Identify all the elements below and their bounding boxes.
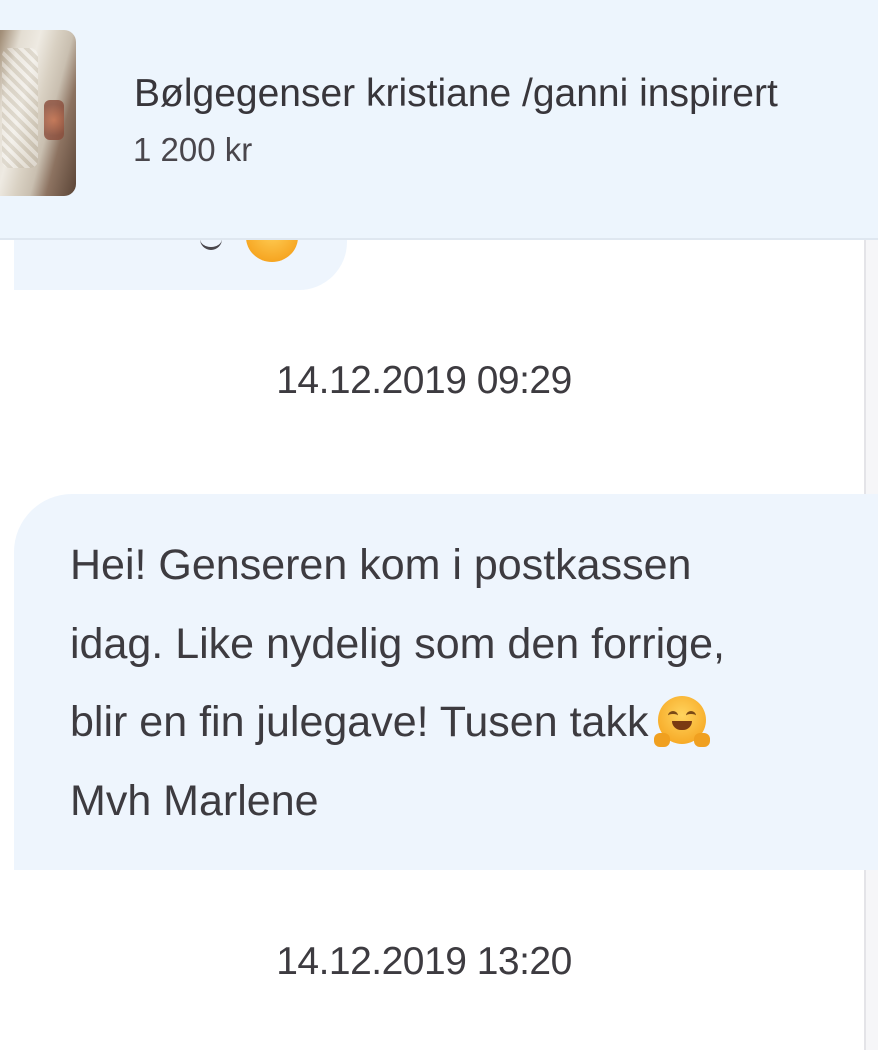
sweater-photo-detail (2, 48, 38, 168)
hugging-face-emoji-icon (654, 696, 711, 747)
chat-page: Bølgegenser kristiane /ganni inspirert 1… (0, 0, 878, 1050)
sweater-photo-background (44, 100, 64, 140)
message-text-line: blir en fin julegave! Tusen takk (70, 695, 711, 749)
message-text-line: Mvh Marlene (70, 777, 319, 825)
message-timestamp: 14.12.2019 13:20 (276, 940, 572, 983)
message-text-segment: blir en fin julegave! Tusen takk (70, 698, 649, 746)
message-timestamp: 14.12.2019 09:29 (276, 359, 572, 402)
message-text-line: idag. Like nydelig som den forrige, (70, 620, 725, 668)
listing-price: 1 200 kr (133, 131, 253, 168)
listing-thumbnail[interactable] (0, 30, 76, 196)
message-text-line: Hei! Genseren kom i postkassen (70, 541, 692, 589)
listing-header[interactable]: Bølgegenser kristiane /ganni inspirert 1… (0, 0, 878, 240)
listing-title[interactable]: Bølgegenser kristiane /ganni inspirert (134, 68, 778, 120)
